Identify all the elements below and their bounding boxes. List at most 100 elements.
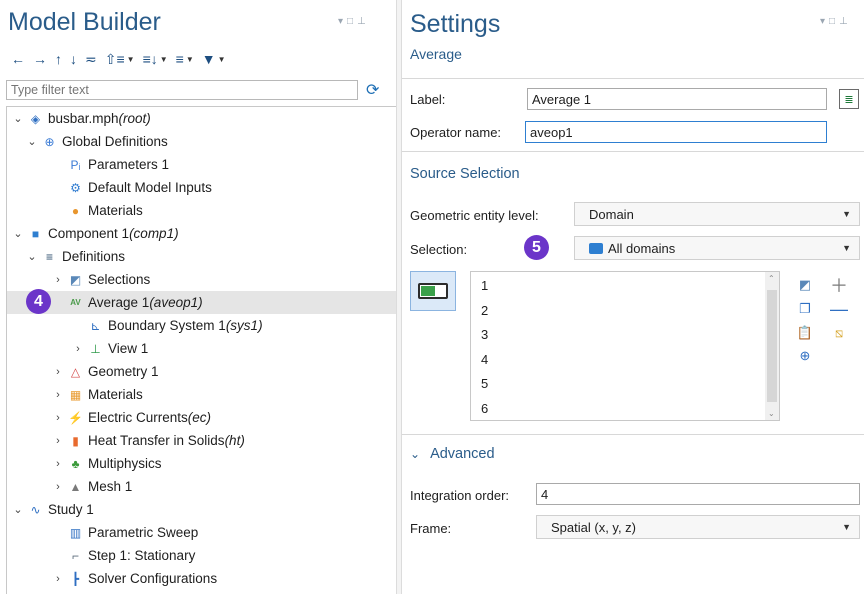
list-item[interactable]: 5 xyxy=(481,376,488,391)
selection-value: All domains xyxy=(608,240,676,256)
tree-node[interactable]: › ▮ Heat Transfer in Solids (ht) xyxy=(7,429,396,452)
list-item[interactable]: 3 xyxy=(481,327,488,342)
create-selection-icon[interactable]: ◩ xyxy=(796,276,814,294)
chevron-down-icon[interactable]: ⌄ xyxy=(11,503,25,516)
label-text-icon[interactable]: ≣ xyxy=(839,89,859,109)
move-down-icon[interactable]: ↓ xyxy=(67,49,80,69)
frame-label: Frame: xyxy=(410,521,452,536)
advanced-heading[interactable]: ⌄ Advanced xyxy=(410,446,495,462)
globe-icon: ⊕ xyxy=(44,134,55,149)
tree-node[interactable]: ● Materials xyxy=(7,199,396,222)
tree-node[interactable]: › ┣ Solver Configurations xyxy=(7,567,396,590)
tree-node[interactable]: › ⊥ View 1 xyxy=(7,337,396,360)
settings-pin-icon[interactable]: ⊥ xyxy=(839,16,852,27)
tree-node-label: Parametric Sweep xyxy=(88,525,199,540)
paste-selection-icon[interactable]: 📋 xyxy=(796,324,814,342)
window-controls[interactable]: ▾□⊥ xyxy=(338,16,370,27)
selection-select[interactable]: All domains ▼ xyxy=(574,236,860,260)
operator-name-label: Operator name: xyxy=(410,125,502,140)
label-field[interactable]: Average 1 xyxy=(527,88,827,110)
settings-minimize-icon[interactable]: ▾ xyxy=(820,16,829,27)
list-item[interactable]: 6 xyxy=(481,401,488,416)
model-tree: ⌄ ◈ busbar.mph (root) ⌄ ⊕ Global Definitions P… xyxy=(6,106,396,594)
zoom-to-selection-icon[interactable]: ⊕ xyxy=(796,347,814,365)
move-up-icon[interactable]: ↑ xyxy=(52,49,65,69)
model-root-icon: ◈ xyxy=(30,111,41,126)
minimize-icon[interactable]: ▾ xyxy=(338,16,347,27)
filter-input[interactable] xyxy=(7,81,365,99)
tree-node[interactable]: ⌄ ◈ busbar.mph (root) xyxy=(7,107,396,130)
chevron-right-icon[interactable]: › xyxy=(51,412,65,424)
chevron-down-icon[interactable]: ⌄ xyxy=(410,447,420,461)
source-selection-heading[interactable]: Source Selection xyxy=(410,166,520,182)
show-icon[interactable]: ≂ xyxy=(82,49,100,69)
tree-node[interactable]: › ♣ Multiphysics xyxy=(7,452,396,475)
toggle-switch-icon xyxy=(418,283,448,299)
step-badge-4: 4 xyxy=(26,289,51,314)
tree-node[interactable]: ⌄ ∿ Study 1 xyxy=(7,498,396,521)
tree-node[interactable]: › △ Geometry 1 xyxy=(7,360,396,383)
pin-icon[interactable]: ⊥ xyxy=(357,16,370,27)
tree-node[interactable]: ⌄ ≡ Definitions xyxy=(7,245,396,268)
list-item[interactable]: 4 xyxy=(481,352,488,367)
tree-node[interactable]: ⊾ Boundary System 1 (sys1) xyxy=(7,314,396,337)
remove-icon[interactable]: — xyxy=(830,299,848,319)
active-toggle-button[interactable] xyxy=(410,271,456,311)
chevron-right-icon[interactable]: › xyxy=(51,458,65,470)
funnel-icon[interactable]: ▼ ▼ xyxy=(199,49,229,69)
chevron-right-icon[interactable]: › xyxy=(71,343,85,355)
forward-icon[interactable]: → xyxy=(30,49,50,69)
operator-name-field[interactable]: aveop1 xyxy=(525,121,827,143)
clear-selection-icon[interactable]: ⧅ xyxy=(830,324,848,342)
maximize-icon[interactable]: □ xyxy=(347,16,357,27)
chevron-right-icon[interactable]: › xyxy=(51,481,65,493)
copy-selection-icon[interactable]: ❐ xyxy=(796,300,814,318)
filter-field[interactable] xyxy=(6,80,365,100)
chevron-down-icon[interactable]: ⌄ xyxy=(11,112,25,125)
chevron-right-icon[interactable]: › xyxy=(51,435,65,447)
refresh-icon[interactable]: ⟳ xyxy=(366,80,384,100)
collapse-icon[interactable]: ≡↓ ▼ xyxy=(140,49,171,69)
tree-node[interactable]: ⚙ Default Model Inputs xyxy=(7,176,396,199)
add-icon[interactable]: ＋ xyxy=(830,276,848,296)
tree-node[interactable]: ⌄ ⊕ Global Definitions xyxy=(7,130,396,153)
scroll-down-icon[interactable]: ⌄ xyxy=(768,409,775,418)
frame-select[interactable]: Spatial (x, y, z) ▼ xyxy=(536,515,860,539)
list-item[interactable]: 2 xyxy=(481,303,488,318)
chevron-down-icon[interactable]: ⌄ xyxy=(25,135,39,148)
list-item[interactable]: 1 xyxy=(481,278,488,293)
model-inputs-icon: ⚙ xyxy=(70,180,81,195)
tree-node-tag: (ec) xyxy=(187,410,212,425)
tree-node[interactable]: ▥ Parametric Sweep xyxy=(7,521,396,544)
expand-icon[interactable]: ⇧≡ ▼ xyxy=(102,49,138,69)
tree-node[interactable]: Pᵢ Parameters 1 xyxy=(7,153,396,176)
tree-node[interactable]: › ◩ Selections xyxy=(7,268,396,291)
chevron-down-icon[interactable]: ⌄ xyxy=(25,250,39,263)
entity-level-select[interactable]: Domain ▼ xyxy=(574,202,860,226)
tree-node[interactable]: ⌐ Step 1: Stationary xyxy=(7,544,396,567)
tree-node-label: Multiphysics xyxy=(88,456,162,471)
list-options-icon[interactable]: ≡ ▼ xyxy=(173,49,197,69)
back-icon[interactable]: ← xyxy=(8,49,28,69)
tree-node[interactable]: ⌄ ■ Component 1 (comp1) xyxy=(7,222,396,245)
chevron-right-icon[interactable]: › xyxy=(51,573,65,585)
selection-label: Selection: xyxy=(410,242,468,257)
selection-list[interactable]: 1 2 3 4 5 6 ⌃ ⌄ xyxy=(470,271,780,421)
list-scrollbar[interactable]: ⌃ ⌄ xyxy=(765,272,779,420)
tree-node-tag: (comp1) xyxy=(129,226,179,241)
tree-node[interactable]: › ▦ Materials xyxy=(7,383,396,406)
chevron-right-icon[interactable]: › xyxy=(51,389,65,401)
model-builder-toolbar: ← → ↑ ↓ ≂ ⇧≡ ▼ ≡↓ ▼ ≡ ▼ ▼ ▼ xyxy=(8,48,229,70)
chevron-down-icon[interactable]: ⌄ xyxy=(11,227,25,240)
tree-node[interactable]: AV Average 1 (aveop1) xyxy=(7,291,396,314)
settings-window-controls[interactable]: ▾□⊥ xyxy=(820,16,852,27)
chevron-right-icon[interactable]: › xyxy=(51,274,65,286)
chevron-right-icon[interactable]: › xyxy=(51,366,65,378)
scroll-thumb[interactable] xyxy=(767,290,777,402)
settings-maximize-icon[interactable]: □ xyxy=(829,16,839,27)
tree-node[interactable]: › ⚡ Electric Currents (ec) xyxy=(7,406,396,429)
tree-node[interactable]: › ▲ Mesh 1 xyxy=(7,475,396,498)
integration-order-field[interactable]: 4 xyxy=(536,483,860,505)
materials-icon: ● xyxy=(71,203,80,218)
scroll-up-icon[interactable]: ⌃ xyxy=(768,274,775,283)
